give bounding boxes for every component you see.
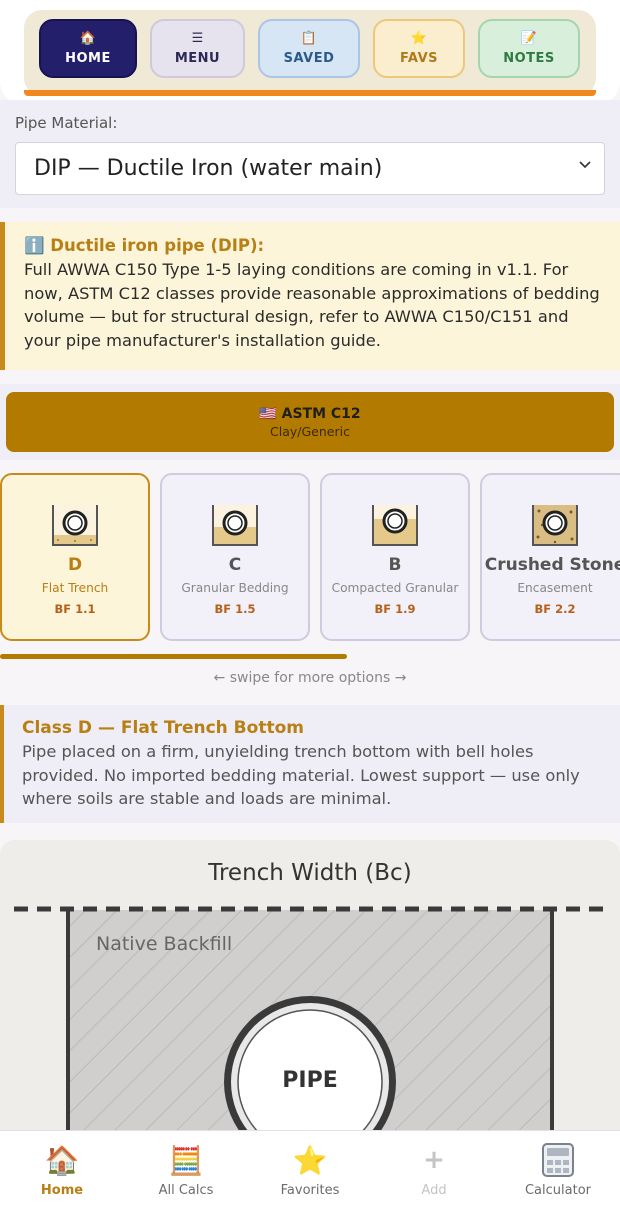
bottom-nav-add[interactable]: + Add — [374, 1143, 494, 1207]
star-icon: ⭐ — [410, 31, 428, 46]
abacus-icon: 🧮 — [168, 1143, 204, 1177]
class-desc: Granular Bedding — [181, 581, 289, 595]
bottom-nav-all-calcs[interactable]: 🧮 All Calcs — [126, 1143, 246, 1207]
class-card-b[interactable]: B Compacted Granular BF 1.9 — [320, 473, 470, 641]
pipe-label: PIPE — [282, 1068, 338, 1093]
nav-menu-button[interactable]: ☰ MENU — [150, 19, 245, 78]
trench-diagram: Trench Width (Bc) Native Backfill PIPE — [0, 840, 620, 1140]
class-card-crushed-stone[interactable]: Crushed Stone Encasement BF 2.2 — [480, 473, 620, 641]
flat-trench-icon — [52, 505, 98, 546]
bottom-nav-add-label: Add — [421, 1183, 447, 1198]
class-detail-body: Pipe placed on a firm, unyielding trench… — [22, 742, 580, 808]
bedding-factor: BF 1.9 — [374, 602, 416, 616]
house-icon: 🏠 — [44, 1143, 80, 1177]
nav-home-button[interactable]: 🏠 HOME — [39, 19, 137, 78]
bottom-nav-all-calcs-label: All Calcs — [158, 1183, 214, 1198]
bottom-nav: 🏠 Home 🧮 All Calcs ⭐ Favorites + Add Cal… — [0, 1130, 620, 1213]
plus-icon: + — [423, 1145, 445, 1175]
calculator-icon — [540, 1143, 576, 1177]
nav-notes-label: NOTES — [503, 51, 555, 66]
swipe-hint: ← swipe for more options → — [213, 670, 407, 686]
bottom-nav-home-label: Home — [40, 1183, 84, 1198]
pipe-material-value: DIP — Ductile Iron (water main) — [34, 156, 383, 181]
dip-info-box: ℹ️ Ductile iron pipe (DIP): Full AWWA C1… — [0, 222, 620, 370]
nav-menu-label: MENU — [174, 51, 221, 66]
class-card-c[interactable]: C Granular Bedding BF 1.5 — [160, 473, 310, 641]
compacted-granular-icon — [372, 505, 418, 546]
granular-bedding-icon — [212, 505, 258, 546]
standard-astm-c12-button[interactable]: 🇺🇸 ASTM C12 Clay/Generic — [6, 392, 614, 452]
star-icon: ⭐ — [292, 1143, 328, 1177]
nav-saved-label: SAVED — [283, 51, 335, 66]
carousel-scrollbar[interactable] — [0, 654, 347, 659]
class-detail-box: Class D — Flat Trench Bottom Pipe placed… — [0, 705, 620, 823]
bottom-nav-calculator-label: Calculator — [524, 1183, 591, 1198]
standard-section: 🇺🇸 ASTM C12 Clay/Generic — [0, 384, 620, 460]
pipe-material-section: Pipe Material: DIP — Ductile Iron (water… — [0, 100, 620, 208]
class-detail-title: Class D — Flat Trench Bottom — [22, 718, 304, 738]
menu-icon: ☰ — [191, 31, 204, 46]
pipe-material-label: Pipe Material: — [15, 114, 118, 132]
nav-favs-button[interactable]: ⭐ FAVS — [373, 19, 465, 78]
class-letter: D — [67, 555, 83, 575]
house-icon: 🏠 — [79, 31, 97, 46]
bottom-nav-calculator[interactable]: Calculator — [498, 1143, 618, 1207]
bottom-nav-favorites-label: Favorites — [280, 1183, 340, 1198]
nav-favs-label: FAVS — [400, 51, 438, 66]
class-letter: C — [228, 555, 242, 575]
class-desc: Flat Trench — [41, 581, 109, 595]
trench-width-label: Trench Width (Bc) — [208, 860, 412, 886]
bedding-class-carousel[interactable]: D Flat Trench BF 1.1 C Granular Bedding … — [0, 473, 620, 643]
bedding-factor: BF 1.1 — [54, 602, 96, 616]
bedding-factor: BF 2.2 — [534, 602, 576, 616]
nav-saved-button[interactable]: 📋 SAVED — [258, 19, 360, 78]
class-desc: Compacted Granular — [331, 581, 459, 595]
native-backfill-label: Native Backfill — [96, 933, 233, 955]
top-nav-accent-bar — [24, 90, 596, 96]
class-card-d[interactable]: D Flat Trench BF 1.1 — [0, 473, 150, 641]
app-screen: 🏠 HOME ☰ MENU 📋 SAVED ⭐ FAVS 📝 NOTES Pip… — [0, 0, 620, 1213]
clipboard-icon: 📋 — [300, 31, 318, 46]
class-letter: B — [388, 555, 402, 575]
top-nav-container: 🏠 HOME ☰ MENU 📋 SAVED ⭐ FAVS 📝 NOTES — [0, 0, 620, 104]
standard-title: 🇺🇸 ASTM C12 — [259, 405, 361, 422]
class-desc: Encasement — [517, 581, 593, 595]
crushed-stone-icon — [532, 505, 578, 546]
info-body: Full AWWA C150 Type 1-5 laying condition… — [24, 260, 600, 350]
bottom-nav-home[interactable]: 🏠 Home — [2, 1143, 122, 1207]
nav-notes-button[interactable]: 📝 NOTES — [478, 19, 580, 78]
bedding-factor: BF 1.5 — [214, 602, 256, 616]
info-title: ℹ️ Ductile iron pipe (DIP): — [24, 236, 265, 255]
memo-icon: 📝 — [520, 31, 538, 46]
top-nav: 🏠 HOME ☰ MENU 📋 SAVED ⭐ FAVS 📝 NOTES — [24, 10, 596, 96]
chevron-down-icon — [579, 161, 591, 169]
class-letter: Crushed Stone — [484, 555, 620, 575]
standard-subtitle: Clay/Generic — [270, 423, 350, 439]
pipe-material-select[interactable]: DIP — Ductile Iron (water main) — [15, 142, 605, 195]
nav-home-label: HOME — [65, 51, 111, 66]
bottom-nav-favorites[interactable]: ⭐ Favorites — [250, 1143, 370, 1207]
